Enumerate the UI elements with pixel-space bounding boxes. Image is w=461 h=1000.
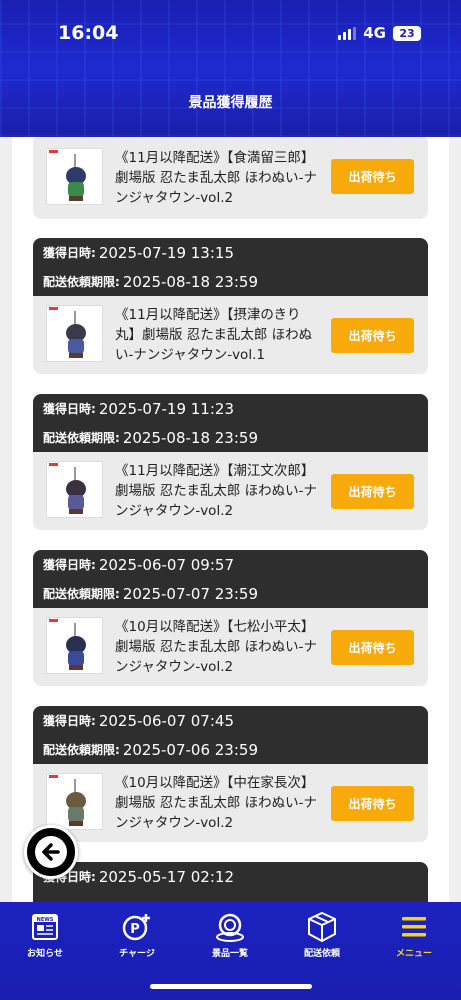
charge-icon: P <box>122 914 150 941</box>
prize-history-list[interactable]: 《11月以降配送》【食満留三郎】劇場版 忍たま乱太郎 ほわぬい-ナンジャタウン-… <box>12 137 449 902</box>
acquired-datetime: 2025-07-19 13:15 <box>98 243 234 262</box>
acquired-datetime: 2025-05-17 02:12 <box>98 867 234 886</box>
deadline-label: 配送依頼期限: <box>43 431 120 445</box>
awaiting-shipment-button[interactable]: 出荷待ち <box>331 318 414 353</box>
app-header: 16:04 4G 23 景品獲得履歴 <box>0 0 461 137</box>
prize-card: 獲得日時: 2025-06-07 07:45 配送依頼期限: 2025-07-06 … <box>33 706 428 842</box>
status-bar: 16:04 4G 23 <box>0 0 461 66</box>
awaiting-shipment-button[interactable]: 出荷待ち <box>331 786 414 821</box>
acquired-datetime: 2025-06-07 07:45 <box>98 711 234 730</box>
page-title: 景品獲得履歴 <box>188 95 273 111</box>
prize-thumbnail[interactable] <box>46 305 103 362</box>
deadline-label: 配送依頼期限: <box>43 587 120 601</box>
prize-thumbnail[interactable] <box>46 773 103 830</box>
prize-name: 《10月以降配送》【中在家長次】劇場版 忍たま乱太郎 ほわぬい-ナンジャタウン-… <box>115 775 318 831</box>
nav-menu[interactable]: メニュー <box>379 910 449 959</box>
nav-label: お知らせ <box>27 949 63 959</box>
prize-thumbnail[interactable] <box>46 148 103 205</box>
svg-text:NEWS: NEWS <box>37 917 54 923</box>
acquired-datetime: 2025-06-07 09:57 <box>98 555 234 574</box>
prize-card-body: 《10月以降配送》【中在家長次】劇場版 忍たま乱太郎 ほわぬい-ナンジャタウン-… <box>33 764 428 842</box>
prize-card: 獲得日時: 2025-06-07 09:57 配送依頼期限: 2025-07-07 … <box>33 550 428 686</box>
deadline-datetime: 2025-08-18 23:59 <box>122 272 258 291</box>
nav-charge[interactable]: P チャージ <box>102 910 172 959</box>
prize-card-body: 《10月以降配送》【七松小平太】劇場版 忍たま乱太郎 ほわぬい-ナンジャタウン-… <box>33 608 428 686</box>
prize-card-header: 獲得日時: 2025-06-07 09:57 配送依頼期限: 2025-07-07 … <box>33 550 428 608</box>
acquired-label: 獲得日時: <box>43 246 96 260</box>
acquired-label: 獲得日時: <box>43 714 96 728</box>
prize-card-header: 獲得日時: 2025-07-19 11:23 配送依頼期限: 2025-08-18 … <box>33 394 428 452</box>
deadline-datetime: 2025-07-06 23:59 <box>122 740 258 759</box>
prize-card: 獲得日時: 2025-07-19 11:23 配送依頼期限: 2025-08-18 … <box>33 394 428 530</box>
prize-card: 獲得日時: 2025-07-19 13:15 配送依頼期限: 2025-08-18 … <box>33 238 428 374</box>
prize-card-body: 《11月以降配送》【摂津のきり丸】劇場版 忍たま乱太郎 ほわぬい-ナンジャタウン… <box>33 296 428 374</box>
back-button[interactable] <box>24 825 78 879</box>
prize-name: 《10月以降配送》【七松小平太】劇場版 忍たま乱太郎 ほわぬい-ナンジャタウン-… <box>115 619 318 675</box>
nav-news[interactable]: NEWS お知らせ <box>10 910 80 959</box>
acquired-label: 獲得日時: <box>43 402 96 416</box>
arrow-left-icon <box>35 836 67 868</box>
signal-icon <box>338 26 357 40</box>
prize-thumbnail[interactable] <box>46 461 103 518</box>
prize-name: 《11月以降配送》【食満留三郎】劇場版 忍たま乱太郎 ほわぬい-ナンジャタウン-… <box>115 150 318 206</box>
prize-card-body: 《11月以降配送》【潮江文次郎】劇場版 忍たま乱太郎 ほわぬい-ナンジャタウン-… <box>33 452 428 530</box>
nav-label: 配送依頼 <box>303 949 340 959</box>
status-indicators: 4G 23 <box>338 24 421 42</box>
deadline-label: 配送依頼期限: <box>43 275 120 289</box>
prize-list-icon <box>216 913 244 942</box>
nav-prize-list[interactable]: 景品一覧 <box>195 910 265 959</box>
acquired-datetime: 2025-07-19 11:23 <box>98 399 234 418</box>
nav-label: チャージ <box>119 949 155 959</box>
prize-name: 《11月以降配送》【潮江文次郎】劇場版 忍たま乱太郎 ほわぬい-ナンジャタウン-… <box>115 463 318 519</box>
prize-card: 獲得日時: 2025-05-17 02:12 <box>33 862 428 902</box>
acquired-label: 獲得日時: <box>43 558 96 572</box>
svg-text:P: P <box>130 922 140 937</box>
prize-thumbnail[interactable] <box>46 617 103 674</box>
home-indicator[interactable] <box>150 984 312 989</box>
nav-label: 景品一覧 <box>211 949 248 959</box>
nav-delivery[interactable]: 配送依頼 <box>287 910 357 959</box>
prize-name: 《11月以降配送》【摂津のきり丸】劇場版 忍たま乱太郎 ほわぬい-ナンジャタウン… <box>115 307 313 363</box>
status-time: 16:04 <box>58 22 119 44</box>
prize-card-header: 獲得日時: 2025-05-17 02:12 <box>33 862 428 902</box>
deadline-datetime: 2025-07-07 23:59 <box>122 584 258 603</box>
nav-label: メニュー <box>395 949 432 959</box>
prize-card-header: 獲得日時: 2025-07-19 13:15 配送依頼期限: 2025-08-18 … <box>33 238 428 296</box>
news-icon: NEWS <box>32 914 58 940</box>
network-type: 4G <box>363 24 386 42</box>
deadline-datetime: 2025-08-18 23:59 <box>122 428 258 447</box>
deadline-label: 配送依頼期限: <box>43 743 120 757</box>
menu-icon <box>402 917 426 937</box>
awaiting-shipment-button[interactable]: 出荷待ち <box>331 474 414 509</box>
prize-card-header: 獲得日時: 2025-06-07 07:45 配送依頼期限: 2025-07-06 … <box>33 706 428 764</box>
prize-card: 《11月以降配送》【食満留三郎】劇場版 忍たま乱太郎 ほわぬい-ナンジャタウン-… <box>33 137 428 219</box>
awaiting-shipment-button[interactable]: 出荷待ち <box>331 630 414 665</box>
delivery-box-icon <box>308 911 336 943</box>
prize-card-body: 《11月以降配送》【食満留三郎】劇場版 忍たま乱太郎 ほわぬい-ナンジャタウン-… <box>33 137 428 219</box>
battery-icon: 23 <box>393 25 421 41</box>
awaiting-shipment-button[interactable]: 出荷待ち <box>331 159 414 194</box>
